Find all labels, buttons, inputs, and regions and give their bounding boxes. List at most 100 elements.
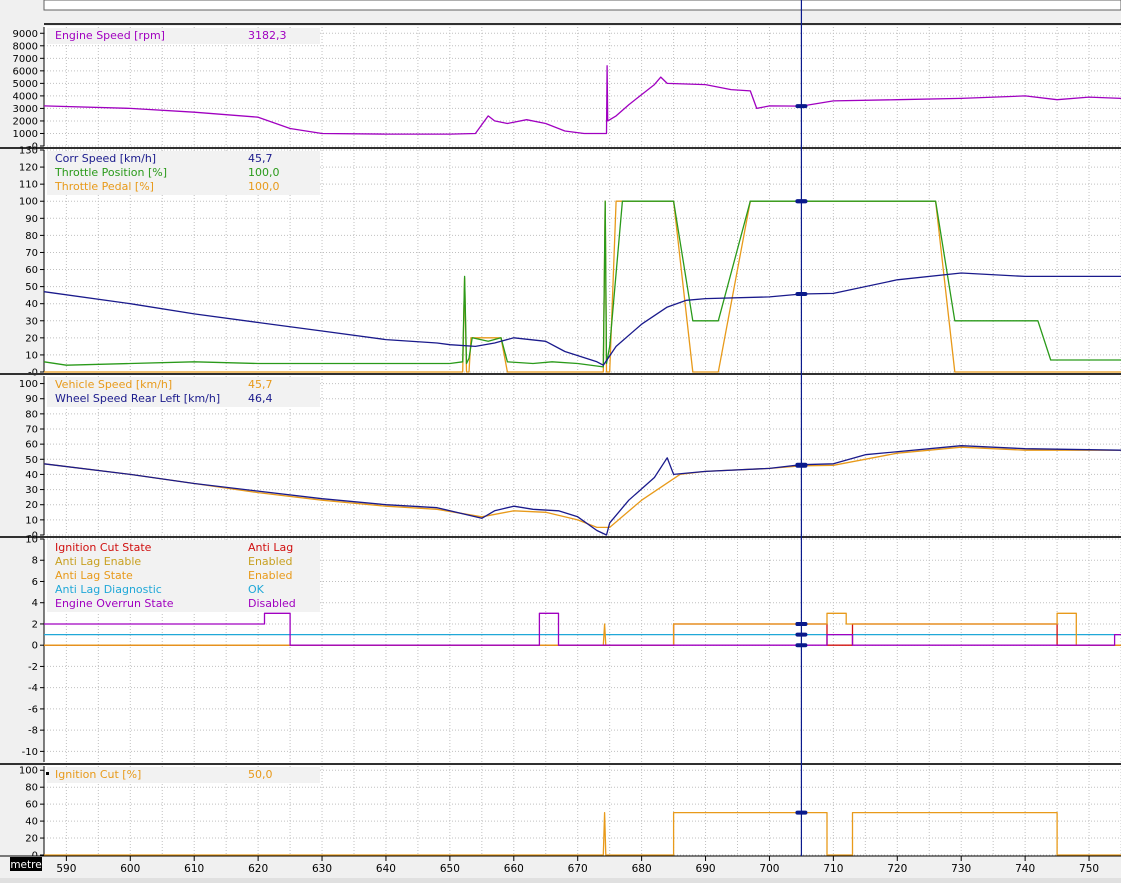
- legend-series-value: Anti Lag: [248, 541, 293, 554]
- legend-series-value: 50,0: [248, 768, 273, 781]
- legend-series-name: Anti Lag Diagnostic: [55, 583, 162, 596]
- y-tick-label: 40: [25, 299, 38, 310]
- x-tick-label: 730: [951, 863, 971, 875]
- y-tick-label: -2: [28, 662, 38, 673]
- y-tick-label: 70: [25, 425, 38, 436]
- x-axis: metre 590 600 610 620 630 640 650 660 670 680 690 70…: [0, 855, 1121, 883]
- panel-engine[interactable]: 900080007000600050004000300020001000-0En…: [0, 27, 1121, 153]
- y-tick-label: 130: [19, 146, 38, 157]
- y-tick-label: 60: [25, 440, 38, 451]
- y-tick-label: 80: [25, 783, 38, 794]
- y-tick-label: 3000: [13, 104, 38, 115]
- x-tick-label: 740: [1015, 863, 1035, 875]
- y-tick-label: 2000: [13, 116, 38, 127]
- y-tick-label: 90: [25, 394, 38, 405]
- y-tick-label: -8: [28, 726, 38, 737]
- legend: Ignition Cut [%] 50,0: [47, 767, 320, 783]
- legend-series-value: Disabled: [248, 597, 296, 610]
- legend-series-name: Ignition Cut State: [55, 541, 152, 554]
- x-tick-label: 600: [120, 863, 140, 875]
- x-tick-label: 690: [696, 863, 716, 875]
- y-tick-label: 6000: [13, 66, 38, 77]
- cursor-marker: [795, 621, 808, 626]
- x-tick-label: 720: [887, 863, 907, 875]
- panel-separator: [0, 373, 1121, 375]
- y-tick-label: 50: [25, 455, 38, 466]
- y-tick-label: 100: [19, 197, 38, 208]
- legend-series-name: Vehicle Speed [km/h]: [55, 378, 172, 391]
- x-tick-label: 610: [184, 863, 204, 875]
- cursor-marker: [795, 810, 808, 815]
- x-tick-label: 750: [1079, 863, 1099, 875]
- panel-separator: [0, 536, 1121, 538]
- cursor-marker: [795, 199, 808, 204]
- y-tick-label: 2: [32, 619, 38, 630]
- y-tick-label: 60: [25, 265, 38, 276]
- x-tick-label: 620: [248, 863, 268, 875]
- y-tick-label: 70: [25, 248, 38, 259]
- y-tick-label: 40: [25, 817, 38, 828]
- legend-series-value: 3182,3: [248, 29, 287, 42]
- y-tick-label: 7000: [13, 54, 38, 65]
- legend-series-name: Engine Speed [rpm]: [55, 29, 165, 42]
- y-tick-label: -10: [22, 747, 38, 758]
- x-tick-label: 710: [823, 863, 843, 875]
- top-toolbar-strip: [0, 0, 1121, 26]
- legend-series-value: 46,4: [248, 392, 273, 405]
- y-tick-label: 0: [32, 641, 38, 652]
- cursor-marker: [795, 643, 808, 648]
- y-tick-label: 10: [25, 515, 38, 526]
- y-tick-label: -4: [28, 683, 38, 694]
- legend-series-name: Wheel Speed Rear Left [km/h]: [55, 392, 220, 405]
- y-tick-label: 1000: [13, 129, 38, 140]
- y-tick-label: 8000: [13, 41, 38, 52]
- y-tick-label: 10: [25, 535, 38, 546]
- y-tick-label: 80: [25, 409, 38, 420]
- y-tick-label: 6: [32, 577, 38, 588]
- x-tick-label: 700: [759, 863, 779, 875]
- y-tick-label: 80: [25, 231, 38, 242]
- y-tick-label: -6: [28, 704, 38, 715]
- y-tick-label: 9000: [13, 29, 38, 40]
- y-tick-label: 60: [25, 800, 38, 811]
- legend-series-name: Corr Speed [km/h]: [55, 152, 156, 165]
- legend-series-value: Enabled: [248, 555, 292, 568]
- x-tick-label: 650: [440, 863, 460, 875]
- panel-vehicle_speed[interactable]: 100908070605040302010-0Vehicle Speed [km…: [0, 376, 1121, 542]
- y-tick-label: 10: [25, 350, 38, 361]
- y-tick-label: 110: [19, 180, 38, 191]
- legend: Engine Speed [rpm] 3182,3: [47, 28, 320, 44]
- x-unit-label: metre: [10, 859, 41, 871]
- panel-marker-square: [46, 772, 49, 775]
- cursor-marker: [795, 291, 808, 296]
- legend-series-value: 45,7: [248, 378, 273, 391]
- legend: Vehicle Speed [km/h] 45,7 Wheel Speed Rear…: [47, 377, 320, 407]
- y-tick-label: 30: [25, 316, 38, 327]
- y-tick-label: 100: [19, 379, 38, 390]
- panel-speed_throttle[interactable]: 130120110100908070605040302010-0Corr Spe…: [0, 146, 1121, 379]
- legend-series-name: Throttle Pedal [%]: [54, 180, 154, 193]
- y-tick-label: 4000: [13, 91, 38, 102]
- x-tick-label: 630: [312, 863, 332, 875]
- panel-states[interactable]: 1086420-2-4-6-8-10Ignition Cut State Anti…: [0, 535, 1121, 766]
- y-tick-label: 8: [32, 556, 38, 567]
- telemetry-chart[interactable]: 900080007000600050004000300020001000-0En…: [0, 0, 1121, 883]
- x-tick-label: 680: [632, 863, 652, 875]
- x-tick-label: 640: [376, 863, 396, 875]
- legend-series-name: Anti Lag Enable: [55, 555, 141, 568]
- cursor-marker: [795, 104, 808, 109]
- panel-ignition_cut[interactable]: 100806040200Ignition Cut [%]50,0: [0, 766, 1121, 862]
- legend-series-name: Anti Lag State: [55, 569, 133, 582]
- panel-separator: [0, 763, 1121, 765]
- cursor-marker: [795, 462, 808, 467]
- telemetry-chart-window: 900080007000600050004000300020001000-0En…: [0, 0, 1121, 883]
- y-tick-label: 50: [25, 282, 38, 293]
- y-tick-label: 20: [25, 500, 38, 511]
- y-tick-label: 90: [25, 214, 38, 225]
- legend: Ignition Cut State Anti Lag Anti Lag Enabl…: [47, 540, 320, 612]
- legend-series-name: Ignition Cut [%]: [55, 768, 141, 781]
- cursor-marker: [795, 632, 808, 637]
- panel-separator: [0, 147, 1121, 149]
- bottom-scroll-strip[interactable]: [0, 878, 1121, 883]
- y-tick-label: 20: [25, 333, 38, 344]
